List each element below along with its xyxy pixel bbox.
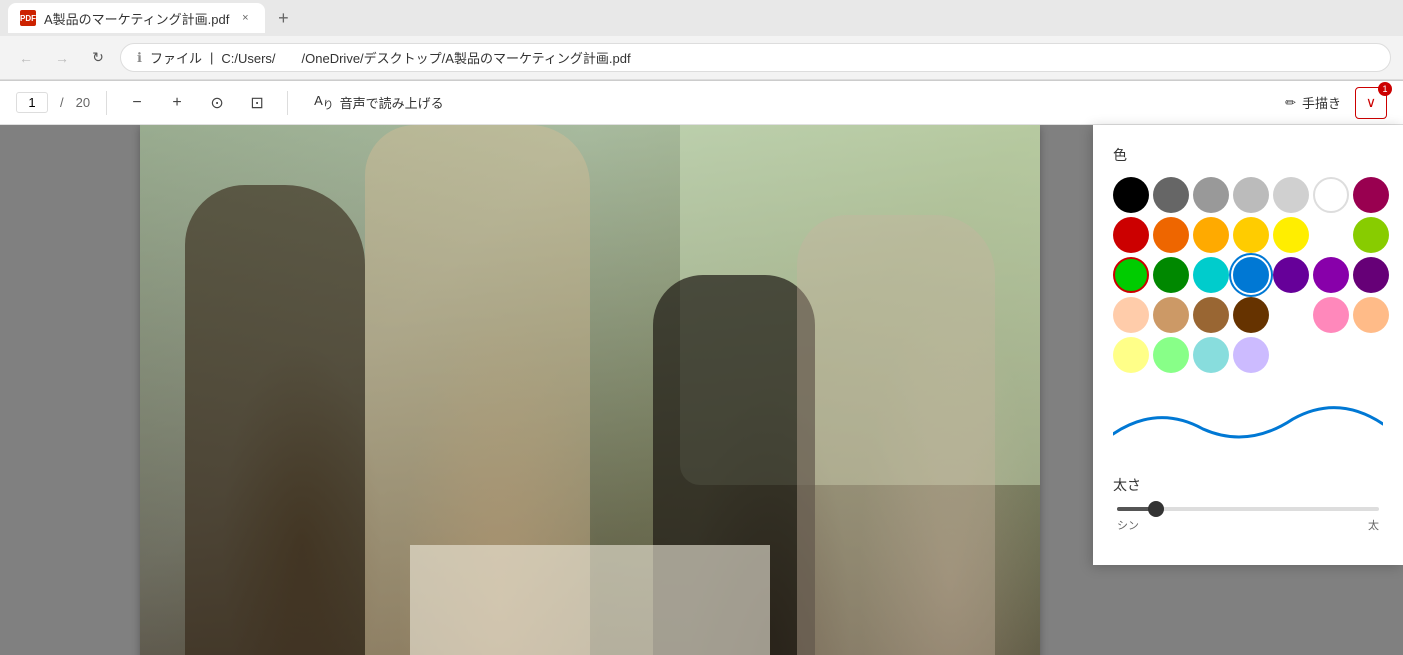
color-swatch-light-orange[interactable] bbox=[1353, 297, 1389, 333]
chevron-badge: 1 bbox=[1378, 82, 1392, 96]
address-file-label: ファイル bbox=[150, 48, 202, 67]
tab-bar: PDF A製品のマーケティング計画.pdf × + bbox=[0, 0, 1403, 36]
color-swatch-brown[interactable] bbox=[1193, 297, 1229, 333]
color-picker-panel: 色 bbox=[1093, 125, 1403, 565]
slider-min-label: シン bbox=[1117, 517, 1139, 533]
page-number-input[interactable] bbox=[16, 92, 48, 113]
color-swatch-lime[interactable] bbox=[1353, 217, 1389, 253]
pdf-page bbox=[140, 125, 1040, 655]
color-swatch-dark-brown[interactable] bbox=[1233, 297, 1269, 333]
color-swatch-red[interactable] bbox=[1113, 217, 1149, 253]
fit-page-button[interactable]: ⊡ bbox=[243, 89, 271, 117]
tab-title: A製品のマーケティング計画.pdf bbox=[44, 9, 229, 28]
color-swatch-white[interactable] bbox=[1313, 177, 1349, 213]
page-total: 20 bbox=[76, 95, 90, 110]
tab-favicon: PDF bbox=[20, 10, 36, 26]
color-swatch-black[interactable] bbox=[1113, 177, 1149, 213]
color-swatch-yellow[interactable] bbox=[1273, 217, 1309, 253]
toolbar: / 20 − + ⊙ ⊡ Aり 音声で読み上げる ✏ 手描き ∨ 1 bbox=[0, 81, 1403, 125]
color-section-title: 色 bbox=[1113, 145, 1383, 165]
address-input[interactable]: ℹ ファイル | C:/Users/ /OneDrive/デスクトップ/A製品の… bbox=[120, 43, 1391, 72]
color-swatch-amber[interactable] bbox=[1193, 217, 1229, 253]
page-separator: / bbox=[60, 95, 64, 110]
slider-track bbox=[1117, 507, 1379, 511]
main-content: 色 bbox=[0, 125, 1403, 655]
zoom-mode-button[interactable]: ⊙ bbox=[203, 89, 231, 117]
color-swatch-light-teal[interactable] bbox=[1193, 337, 1229, 373]
color-swatch-orange[interactable] bbox=[1153, 217, 1189, 253]
color-swatch-gold[interactable] bbox=[1233, 217, 1269, 253]
chevron-button[interactable]: ∨ 1 bbox=[1355, 87, 1387, 119]
color-swatch-light-green[interactable] bbox=[1153, 337, 1189, 373]
color-swatch-tan[interactable] bbox=[1153, 297, 1189, 333]
zoom-out-button[interactable]: − bbox=[123, 89, 151, 117]
forward-button[interactable]: → bbox=[48, 44, 76, 72]
draw-button[interactable]: ✏ 手描き bbox=[1275, 89, 1351, 116]
curve-preview bbox=[1113, 389, 1383, 459]
color-swatch-light-gray[interactable] bbox=[1233, 177, 1269, 213]
browser-chrome: PDF A製品のマーケティング計画.pdf × + ← → ↻ ℹ ファイル |… bbox=[0, 0, 1403, 81]
tab-close-button[interactable]: × bbox=[237, 10, 253, 26]
color-swatch-dark-gray[interactable] bbox=[1153, 177, 1189, 213]
draw-label: 手描き bbox=[1302, 93, 1341, 112]
color-swatch-green-dark[interactable] bbox=[1153, 257, 1189, 293]
read-aloud-label: 音声で読み上げる bbox=[340, 93, 444, 112]
address-bar: ← → ↻ ℹ ファイル | C:/Users/ /OneDrive/デスクトッ… bbox=[0, 36, 1403, 80]
address-separator: | bbox=[210, 50, 213, 65]
address-info-icon: ℹ bbox=[137, 50, 142, 66]
curve-svg bbox=[1113, 394, 1383, 454]
chevron-icon: ∨ bbox=[1366, 94, 1376, 111]
color-swatch-light-yellow[interactable] bbox=[1113, 337, 1149, 373]
zoom-in-button[interactable]: + bbox=[163, 89, 191, 117]
new-tab-button[interactable]: + bbox=[269, 4, 297, 32]
thickness-section-title: 太さ bbox=[1113, 475, 1383, 495]
refresh-button[interactable]: ↻ bbox=[84, 44, 112, 72]
color-swatch-teal[interactable] bbox=[1193, 257, 1229, 293]
color-swatch-lighter-gray[interactable] bbox=[1273, 177, 1309, 213]
color-swatch-peach[interactable] bbox=[1113, 297, 1149, 333]
draw-icon: ✏ bbox=[1285, 95, 1296, 111]
slider-labels: シン 太 bbox=[1117, 517, 1379, 533]
thickness-slider-container: シン 太 bbox=[1113, 507, 1383, 533]
slider-max-label: 太 bbox=[1368, 517, 1379, 533]
color-swatch-pink[interactable] bbox=[1313, 297, 1349, 333]
read-aloud-icon: Aり bbox=[314, 93, 334, 113]
color-swatch-green-bright[interactable] bbox=[1113, 257, 1149, 293]
color-swatch-purple-mid[interactable] bbox=[1353, 257, 1389, 293]
toolbar-right: ✏ 手描き ∨ 1 bbox=[1275, 87, 1387, 119]
color-swatch-medium-gray[interactable] bbox=[1193, 177, 1229, 213]
color-swatch-blue[interactable] bbox=[1233, 257, 1269, 293]
color-swatch-lavender[interactable] bbox=[1233, 337, 1269, 373]
pdf-image bbox=[140, 125, 1040, 655]
color-swatch-purple[interactable] bbox=[1313, 257, 1349, 293]
color-swatch-purple-dark[interactable] bbox=[1273, 257, 1309, 293]
back-button[interactable]: ← bbox=[12, 44, 40, 72]
active-tab[interactable]: PDF A製品のマーケティング計画.pdf × bbox=[8, 3, 265, 33]
read-aloud-button[interactable]: Aり 音声で読み上げる bbox=[304, 89, 454, 117]
toolbar-divider-2 bbox=[287, 91, 288, 115]
toolbar-divider-1 bbox=[106, 91, 107, 115]
color-grid bbox=[1113, 177, 1383, 373]
color-swatch-magenta-dark[interactable] bbox=[1353, 177, 1389, 213]
address-path: C:/Users/ /OneDrive/デスクトップ/A製品のマーケティング計画… bbox=[221, 48, 630, 67]
